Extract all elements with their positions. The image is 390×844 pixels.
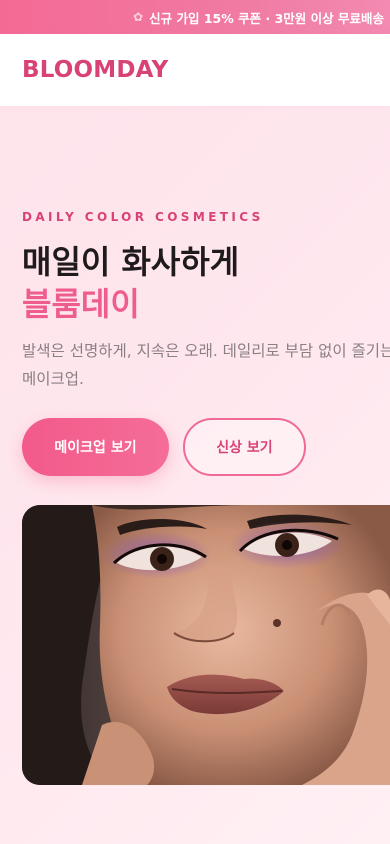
promo-bar: ✿ 신규 가입 15% 쿠폰 · 3만원 이상 무료배송 bbox=[0, 0, 390, 34]
hero-description: 발색은 선명하게, 지속은 오래. 데일리로 부담 없이 즐기는 메이크업. bbox=[22, 342, 390, 388]
site-header: BLOOMDAY bbox=[0, 34, 390, 106]
hero-headline: 매일이 화사하게 블룸데이 bbox=[22, 241, 390, 325]
promo-text: 신규 가입 15% 쿠폰 · 3만원 이상 무료배송 bbox=[149, 10, 384, 26]
hero-section: DAILY COLOR COSMETICS 매일이 화사하게 블룸데이 발색은 … bbox=[0, 210, 390, 476]
hero-headline-line1: 매일이 화사하게 bbox=[22, 243, 240, 281]
brand-logo[interactable]: BLOOMDAY bbox=[22, 57, 168, 83]
cta-row: 메이크업 보기 신상 보기 bbox=[22, 418, 390, 476]
hero-eyebrow: DAILY COLOR COSMETICS bbox=[22, 210, 264, 224]
hero-model-image bbox=[22, 505, 390, 785]
flower-icon: ✿ bbox=[133, 10, 144, 24]
view-makeup-button[interactable]: 메이크업 보기 bbox=[22, 418, 169, 476]
view-new-arrivals-button[interactable]: 신상 보기 bbox=[183, 418, 306, 476]
hero-headline-brand: 블룸데이 bbox=[22, 285, 140, 323]
